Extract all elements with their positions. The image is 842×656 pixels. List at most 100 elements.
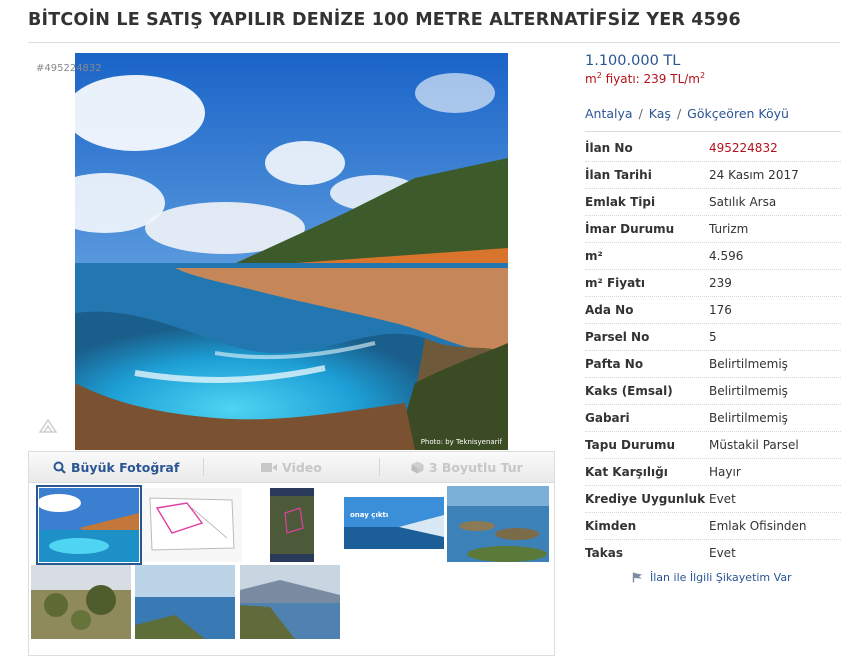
- info-row: Gabari Belirtilmemiş: [585, 405, 841, 432]
- info-key: Takas: [585, 546, 623, 560]
- big-photo-label: Büyük Fotoğraf: [71, 459, 180, 475]
- info-row: Takas Evet: [585, 540, 841, 566]
- info-key: İlan No: [585, 141, 633, 155]
- breadcrumb-province[interactable]: Antalya: [585, 106, 633, 121]
- info-value: Belirtilmemiş: [709, 357, 788, 371]
- info-key: İmar Durumu: [585, 222, 675, 236]
- 3d-tour-button[interactable]: 3 Boyutlu Tur: [380, 452, 554, 482]
- info-key: Gabari: [585, 411, 630, 425]
- location-breadcrumb: Antalya / Kaş / Gökçeören Köyü: [585, 106, 789, 121]
- 3d-tour-label: 3 Boyutlu Tur: [428, 459, 523, 475]
- info-row: Ada No 176: [585, 297, 841, 324]
- thumbnail-strip: onay çıktı: [28, 481, 555, 656]
- gallery-toolbar: Büyük Fotoğraf Video 3 Boyutlu Tur: [28, 451, 555, 483]
- info-row: Tapu Durumu Müstakil Parsel: [585, 432, 841, 459]
- thumb-announcement-image: [344, 497, 444, 549]
- info-row: Pafta No Belirtilmemiş: [585, 351, 841, 378]
- thumbnail-aerial-map[interactable]: [245, 488, 345, 562]
- thumb-islands-image: [447, 486, 549, 562]
- breadcrumb-separator: /: [638, 106, 643, 121]
- info-key: Kimden: [585, 519, 637, 533]
- info-key: İlan Tarihi: [585, 168, 652, 182]
- main-photo[interactable]: Photo: by Teknisyenarif: [75, 53, 508, 450]
- breadcrumb-separator: /: [676, 106, 682, 121]
- thumb-aerial-map-image: [245, 488, 345, 562]
- listing-price: 1.100.000 TL: [585, 53, 681, 69]
- info-value: 5: [709, 330, 717, 344]
- listing-title: BİTCOİN LE SATIŞ YAPILIR DENİZE 100 METR…: [28, 10, 741, 30]
- info-value: Satılık Arsa: [709, 195, 777, 209]
- info-row: Krediye Uygunluk Evet: [585, 486, 841, 513]
- thumbnail-sea-view[interactable]: [135, 565, 235, 639]
- video-camera-icon: [261, 462, 278, 472]
- breadcrumb-divider: [585, 131, 841, 132]
- info-key: Krediye Uygunluk: [585, 492, 706, 506]
- info-value: Belirtilmemiş: [709, 411, 788, 425]
- thumbnail-coast[interactable]: [36, 485, 142, 565]
- thumb-parcel-map-image: [142, 488, 242, 562]
- thumbnail-hillside[interactable]: [240, 565, 340, 639]
- info-value: Belirtilmemiş: [709, 384, 788, 398]
- info-value: Evet: [709, 492, 736, 506]
- report-listing-link[interactable]: İlan ile İlgili Şikayetim Var: [632, 571, 792, 584]
- info-row: m² Fiyatı 239: [585, 270, 841, 297]
- info-key: Parsel No: [585, 330, 650, 344]
- thumbnail-olive-trees[interactable]: [31, 565, 131, 639]
- info-row: İlan No 495224832: [585, 135, 841, 162]
- photo-credit: Photo: by Teknisyenarif: [420, 438, 502, 446]
- info-row: İmar Durumu Turizm: [585, 216, 841, 243]
- info-value: 24 Kasım 2017: [709, 168, 799, 182]
- info-key: m² Fiyatı: [585, 276, 646, 290]
- thumb-coast-image: [39, 488, 139, 562]
- thumb-hillside-image: [240, 565, 340, 639]
- info-key: Kat Karşılığı: [585, 465, 668, 479]
- info-row: Kat Karşılığı Hayır: [585, 459, 841, 486]
- cube-icon: [411, 461, 424, 473]
- sqm-prefix: m: [585, 72, 597, 86]
- thumb-olive-trees-image: [31, 565, 131, 639]
- listing-id-overlay: #495224832: [36, 63, 102, 74]
- info-row: Kimden Emlak Ofisinden: [585, 513, 841, 540]
- watermark-logo-icon: [38, 418, 58, 433]
- title-divider: [28, 42, 840, 43]
- info-key: Kaks (Emsal): [585, 384, 673, 398]
- big-photo-button[interactable]: Büyük Fotoğraf: [29, 452, 203, 482]
- info-row: Kaks (Emsal) Belirtilmemiş: [585, 378, 841, 405]
- thumb-sea-view-image: [135, 565, 235, 639]
- thumbnail-announcement[interactable]: onay çıktı: [344, 497, 444, 549]
- breadcrumb-district[interactable]: Kaş: [649, 106, 671, 121]
- breadcrumb-village[interactable]: Gökçeören Köyü: [687, 106, 789, 121]
- info-key: Emlak Tipi: [585, 195, 656, 209]
- thumb-banner-text: onay çıktı: [350, 511, 389, 519]
- listing-info-table: İlan No 495224832 İlan Tarihi 24 Kasım 201…: [585, 135, 841, 566]
- info-value: Hayır: [709, 465, 741, 479]
- sqm-sup2: 2: [700, 71, 706, 80]
- info-key: Ada No: [585, 303, 634, 317]
- info-value: 239: [709, 276, 732, 290]
- sqm-text: fiyatı: 239 TL/m: [601, 72, 700, 86]
- video-button[interactable]: Video: [204, 452, 378, 482]
- info-value: Emlak Ofisinden: [709, 519, 807, 533]
- magnifier-icon: [53, 461, 66, 474]
- photo-gallery: #495224832 Photo: by Teknisyenarif Büyük…: [28, 51, 555, 656]
- info-value: 176: [709, 303, 732, 317]
- report-label: İlan ile İlgili Şikayetim Var: [650, 571, 792, 584]
- info-row: m² 4.596: [585, 243, 841, 270]
- info-value: Müstakil Parsel: [709, 438, 799, 452]
- info-row: İlan Tarihi 24 Kasım 2017: [585, 162, 841, 189]
- info-key: Pafta No: [585, 357, 644, 371]
- info-value: 495224832: [709, 141, 778, 155]
- info-row: Parsel No 5: [585, 324, 841, 351]
- coast-photo-illustration: [75, 53, 508, 450]
- info-key: Tapu Durumu: [585, 438, 676, 452]
- info-value: 4.596: [709, 249, 744, 263]
- info-row: Emlak Tipi Satılık Arsa: [585, 189, 841, 216]
- thumbnail-parcel-map[interactable]: [142, 488, 242, 562]
- info-value: Evet: [709, 546, 736, 560]
- flag-icon: [632, 572, 642, 583]
- info-key: m²: [585, 249, 603, 263]
- sqm-price: m2 fiyatı: 239 TL/m2: [585, 71, 705, 86]
- info-value: Turizm: [709, 222, 749, 236]
- thumbnail-islands[interactable]: [447, 486, 549, 562]
- video-label: Video: [282, 459, 322, 475]
